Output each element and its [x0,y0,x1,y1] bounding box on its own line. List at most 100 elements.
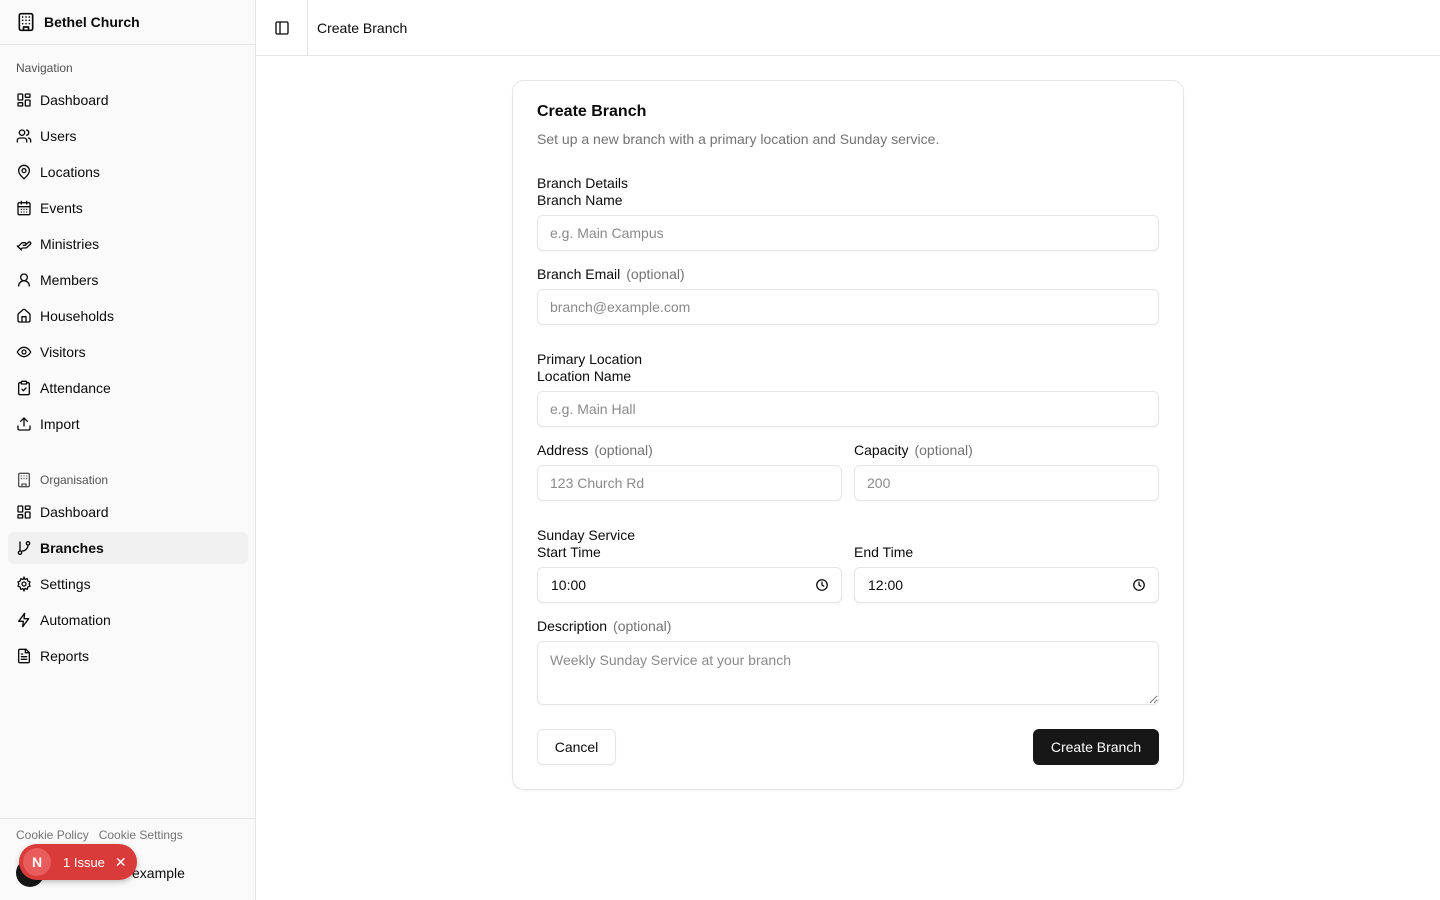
sidebar-item-visitors[interactable]: Visitors [8,336,248,368]
sidebar-item-users[interactable]: Users [8,120,248,152]
sidebar-item-org-dashboard[interactable]: Dashboard [8,496,248,528]
sidebar-item-label: Branches [40,540,104,556]
description-label: Description (optional) [537,618,671,634]
create-branch-button[interactable]: Create Branch [1033,729,1159,765]
git-branch-icon [16,540,32,556]
sidebar-item-automation[interactable]: Automation [8,604,248,636]
card-title: Create Branch [537,103,647,120]
optional-tag: (optional) [613,618,672,634]
sidebar-item-label: Attendance [40,380,111,396]
description-textarea[interactable] [537,641,1159,705]
address-label: Address (optional) [537,442,653,458]
branch-name-label: Branch Name [537,192,623,208]
home-icon [16,308,32,324]
footer-links: Cookie Policy Cookie Settings [0,819,256,842]
panel-left-icon [274,20,290,36]
description-label-text: Description [537,618,608,634]
sidebar-item-label: Dashboard [40,504,109,520]
address-label-text: Address [537,442,589,458]
issue-badge[interactable]: N 1 Issue ✕ [19,844,137,880]
capacity-input[interactable] [854,465,1159,501]
optional-tag: (optional) [914,442,973,458]
cookie-settings-link[interactable]: Cookie Settings [99,828,183,842]
clock-icon[interactable] [815,578,829,592]
branch-email-input[interactable] [537,289,1159,325]
sidebar-item-members[interactable]: Members [8,264,248,296]
sidebar-item-label: Members [40,272,99,288]
page-title: Create Branch [317,19,408,36]
organisation-label-text: Organisation [40,473,109,487]
end-time-label: End Time [854,544,914,560]
sidebar-item-label: Reports [40,648,90,664]
sidebar: Bethel Church Navigation Dashboard Users… [0,0,256,900]
organisation-group: Organisation Dashboard Branches Settings… [0,468,256,676]
zap-icon [16,612,32,628]
sidebar-item-label: Ministries [40,236,100,252]
brand-name: Bethel Church [44,14,140,30]
building-icon [16,472,32,488]
navigation-group: Navigation Dashboard Users Locations Eve… [0,56,256,444]
optional-tag: (optional) [594,442,653,458]
branch-email-label-text: Branch Email [537,266,621,282]
clipboard-check-icon [16,380,32,396]
start-time-input[interactable]: 10:00 [537,567,842,603]
sidebar-item-label: Automation [40,612,111,628]
branch-name-input[interactable] [537,215,1159,251]
users-icon [16,128,32,144]
optional-tag: (optional) [626,266,685,282]
gear-icon [16,576,32,592]
sidebar-item-ministries[interactable]: Ministries [8,228,248,260]
upload-icon [16,416,32,432]
sidebar-item-settings[interactable]: Settings [8,568,248,600]
organisation-group-label: Organisation [0,468,256,492]
sidebar-item-households[interactable]: Households [8,300,248,332]
section-primary-location: Primary Location [537,351,643,367]
calendar-icon [16,200,32,216]
location-name-label: Location Name [537,368,632,384]
sidebar-item-reports[interactable]: Reports [8,640,248,672]
file-text-icon [16,648,32,664]
eye-icon [16,344,32,360]
clock-icon[interactable] [1132,578,1146,592]
end-time-input[interactable]: 12:00 [854,567,1159,603]
sidebar-item-attendance[interactable]: Attendance [8,372,248,404]
section-branch-details: Branch Details [537,175,629,191]
sidebar-item-locations[interactable]: Locations [8,156,248,188]
sidebar-item-label: Settings [40,576,91,592]
sidebar-item-branches[interactable]: Branches [8,532,248,564]
start-time-value: 10:00 [551,577,587,593]
map-pin-icon [16,164,32,180]
sidebar-item-dashboard[interactable]: Dashboard [8,84,248,116]
create-branch-card: Create Branch Set up a new branch with a… [512,80,1184,790]
navigation-group-label: Navigation [16,61,73,75]
user-email: example [132,865,185,881]
user-icon [16,272,32,288]
building-icon [16,12,36,32]
brand[interactable]: Bethel Church [0,0,255,45]
cookie-policy-link[interactable]: Cookie Policy [16,828,89,842]
start-time-label: Start Time [537,544,601,560]
sidebar-item-label: Import [40,416,80,432]
sidebar-item-label: Households [40,308,114,324]
end-time-value: 12:00 [868,577,904,593]
address-input[interactable] [537,465,842,501]
sidebar-item-label: Events [40,200,83,216]
cancel-button[interactable]: Cancel [537,729,616,765]
sidebar-item-label: Visitors [40,344,86,360]
sidebar-item-label: Users [40,128,77,144]
sidebar-toggle-button[interactable] [256,0,308,55]
hand-heart-icon [16,236,32,252]
sidebar-item-events[interactable]: Events [8,192,248,224]
capacity-label-text: Capacity [854,442,909,458]
capacity-label: Capacity (optional) [854,442,973,458]
issue-count[interactable]: 1 Issue [63,855,105,870]
topbar: Create Branch [256,0,1440,56]
dashboard-icon [16,504,32,520]
location-name-input[interactable] [537,391,1159,427]
close-icon[interactable]: ✕ [115,854,127,871]
issue-letter-icon: N [23,848,51,876]
sidebar-item-label: Dashboard [40,92,109,108]
sidebar-item-label: Locations [40,164,100,180]
card-description: Set up a new branch with a primary locat… [537,131,940,147]
sidebar-item-import[interactable]: Import [8,408,248,440]
